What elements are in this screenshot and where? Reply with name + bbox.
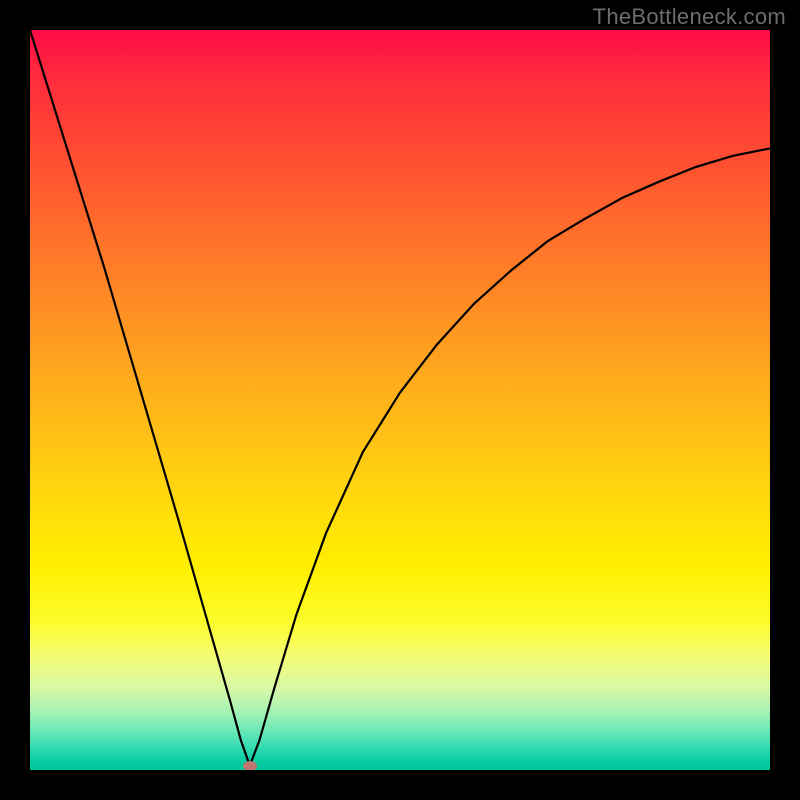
minimum-marker [243, 761, 257, 770]
plot-area [30, 30, 770, 770]
chart-frame: TheBottleneck.com [0, 0, 800, 800]
watermark-text: TheBottleneck.com [593, 4, 786, 30]
background-gradient [30, 30, 770, 770]
